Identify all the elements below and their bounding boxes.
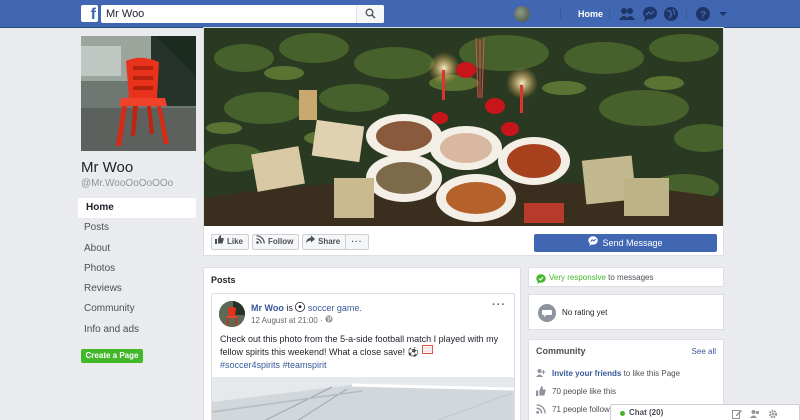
thumbs-up-icon: [215, 235, 224, 249]
responsiveness-text: Very responsive to messages: [549, 273, 654, 282]
invite-friends-row: Invite your friends to like this Page: [536, 368, 681, 378]
post-author-link[interactable]: Mr Woo: [251, 303, 284, 313]
create-group-icon[interactable]: [750, 408, 760, 418]
post-is-text: is: [283, 303, 296, 313]
goal-net-photo: [212, 377, 514, 420]
nav-item-about[interactable]: About: [78, 239, 196, 259]
profile-picture[interactable]: [81, 36, 196, 151]
new-message-icon[interactable]: [732, 408, 742, 419]
divider: [560, 8, 561, 20]
post-time-text: 12 August at 21:00 ·: [251, 316, 325, 325]
post-activity-link[interactable]: soccer game.: [308, 303, 362, 313]
offering-table-photo: [204, 28, 723, 226]
post-text: Check out this photo from the 5-a-side f…: [220, 334, 499, 357]
chat-label: Chat (20): [629, 408, 664, 417]
rating-text: No rating yet: [562, 308, 608, 317]
home-link[interactable]: Home: [570, 0, 611, 28]
message-bubble-check-icon: [536, 273, 546, 287]
rss-icon: [536, 404, 546, 414]
nav-item-info-and-ads[interactable]: Info and ads: [78, 320, 196, 340]
thumbs-up-icon: [536, 385, 546, 396]
follow-label: Follow: [268, 237, 294, 247]
user-avatar[interactable]: [514, 6, 530, 22]
see-all-link[interactable]: See all: [692, 347, 716, 356]
nav-item-community[interactable]: Community: [78, 299, 196, 319]
chat-settings-gear-icon[interactable]: [768, 408, 778, 419]
chat-bar[interactable]: Chat (20): [610, 404, 800, 420]
nav-item-photos[interactable]: Photos: [78, 259, 196, 279]
rating-bubble-icon: [538, 304, 556, 322]
follow-button[interactable]: Follow: [252, 234, 300, 250]
goal-net-icon: [421, 345, 433, 358]
search-input[interactable]: [101, 5, 353, 23]
messenger-icon[interactable]: [641, 5, 659, 23]
like-button[interactable]: Like: [211, 234, 250, 250]
community-heading: Community: [536, 346, 586, 356]
likes-count-text: 70 people like this: [552, 387, 617, 396]
friend-requests-icon[interactable]: [618, 5, 636, 23]
invite-friends-icon: [536, 368, 546, 378]
post-options-button[interactable]: ···: [492, 299, 506, 311]
nav-item-posts[interactable]: Posts: [78, 218, 196, 238]
red-chair-photo: [81, 36, 196, 151]
help-icon[interactable]: ?: [694, 5, 712, 23]
responsiveness-strong: Very responsive: [549, 273, 606, 282]
profile-name: Mr Woo: [81, 159, 134, 176]
post-photo[interactable]: [212, 377, 514, 420]
soccer-ball-icon: [295, 301, 306, 314]
more-options-button[interactable]: ···: [345, 234, 369, 250]
post-header: Mr Woo is soccer game.: [251, 301, 362, 314]
invite-friends-link[interactable]: Invite your friends: [552, 369, 621, 378]
posts-heading: Posts: [211, 275, 236, 285]
nav-item-home[interactable]: Home: [78, 198, 196, 219]
rss-icon: [256, 235, 265, 249]
online-status-dot: [620, 411, 625, 416]
posts-card: Posts Mr Woo is soccer game. 12 August a…: [203, 267, 521, 420]
cover-photo[interactable]: [204, 28, 723, 226]
notifications-globe-icon[interactable]: [662, 5, 680, 23]
search-box: [101, 5, 384, 23]
follows-count-text: 71 people follow: [552, 405, 610, 414]
nav-item-reviews[interactable]: Reviews: [78, 279, 196, 299]
responsiveness-card: Very responsive to messages: [528, 267, 724, 287]
svg-text:?: ?: [700, 10, 706, 21]
search-button[interactable]: [356, 5, 384, 23]
send-message-button[interactable]: Send Message: [534, 234, 717, 252]
account-menu-chevron-icon[interactable]: [714, 5, 732, 23]
rating-card: No rating yet: [528, 294, 724, 330]
post-author-avatar[interactable]: [219, 301, 245, 327]
follows-row: 71 people follow: [536, 404, 610, 414]
page-header-card: Like Follow Share ··· Send Message: [203, 27, 724, 256]
messenger-icon: [588, 234, 599, 252]
post-timestamp[interactable]: 12 August at 21:00 ·: [251, 315, 333, 325]
share-label: Share: [318, 237, 341, 247]
share-arrow-icon: [306, 235, 315, 249]
search-icon: [365, 8, 376, 19]
profile-handle[interactable]: @Mr.WooOoOoOOo: [81, 178, 173, 189]
invite-rest-text: to like this Page: [621, 369, 681, 378]
likes-row: 70 people like this: [536, 385, 617, 396]
divider: [686, 8, 687, 20]
post: Mr Woo is soccer game. 12 August at 21:0…: [211, 293, 515, 420]
share-button[interactable]: Share: [302, 234, 347, 250]
post-body-text: Check out this photo from the 5-a-side f…: [220, 333, 505, 359]
top-navigation-bar: f Home: [0, 0, 800, 28]
send-message-label: Send Message: [602, 238, 663, 248]
like-label: Like: [227, 237, 244, 247]
create-page-button[interactable]: Create a Page: [81, 349, 143, 363]
divider: [609, 8, 610, 20]
post-hashtags[interactable]: #soccer4spirits #teamspirit: [220, 360, 327, 370]
left-navigation: Home Posts About Photos Reviews Communit…: [78, 198, 196, 340]
globe-icon: [325, 315, 333, 325]
facebook-logo[interactable]: f: [81, 5, 98, 22]
responsiveness-rest: to messages: [605, 273, 654, 282]
